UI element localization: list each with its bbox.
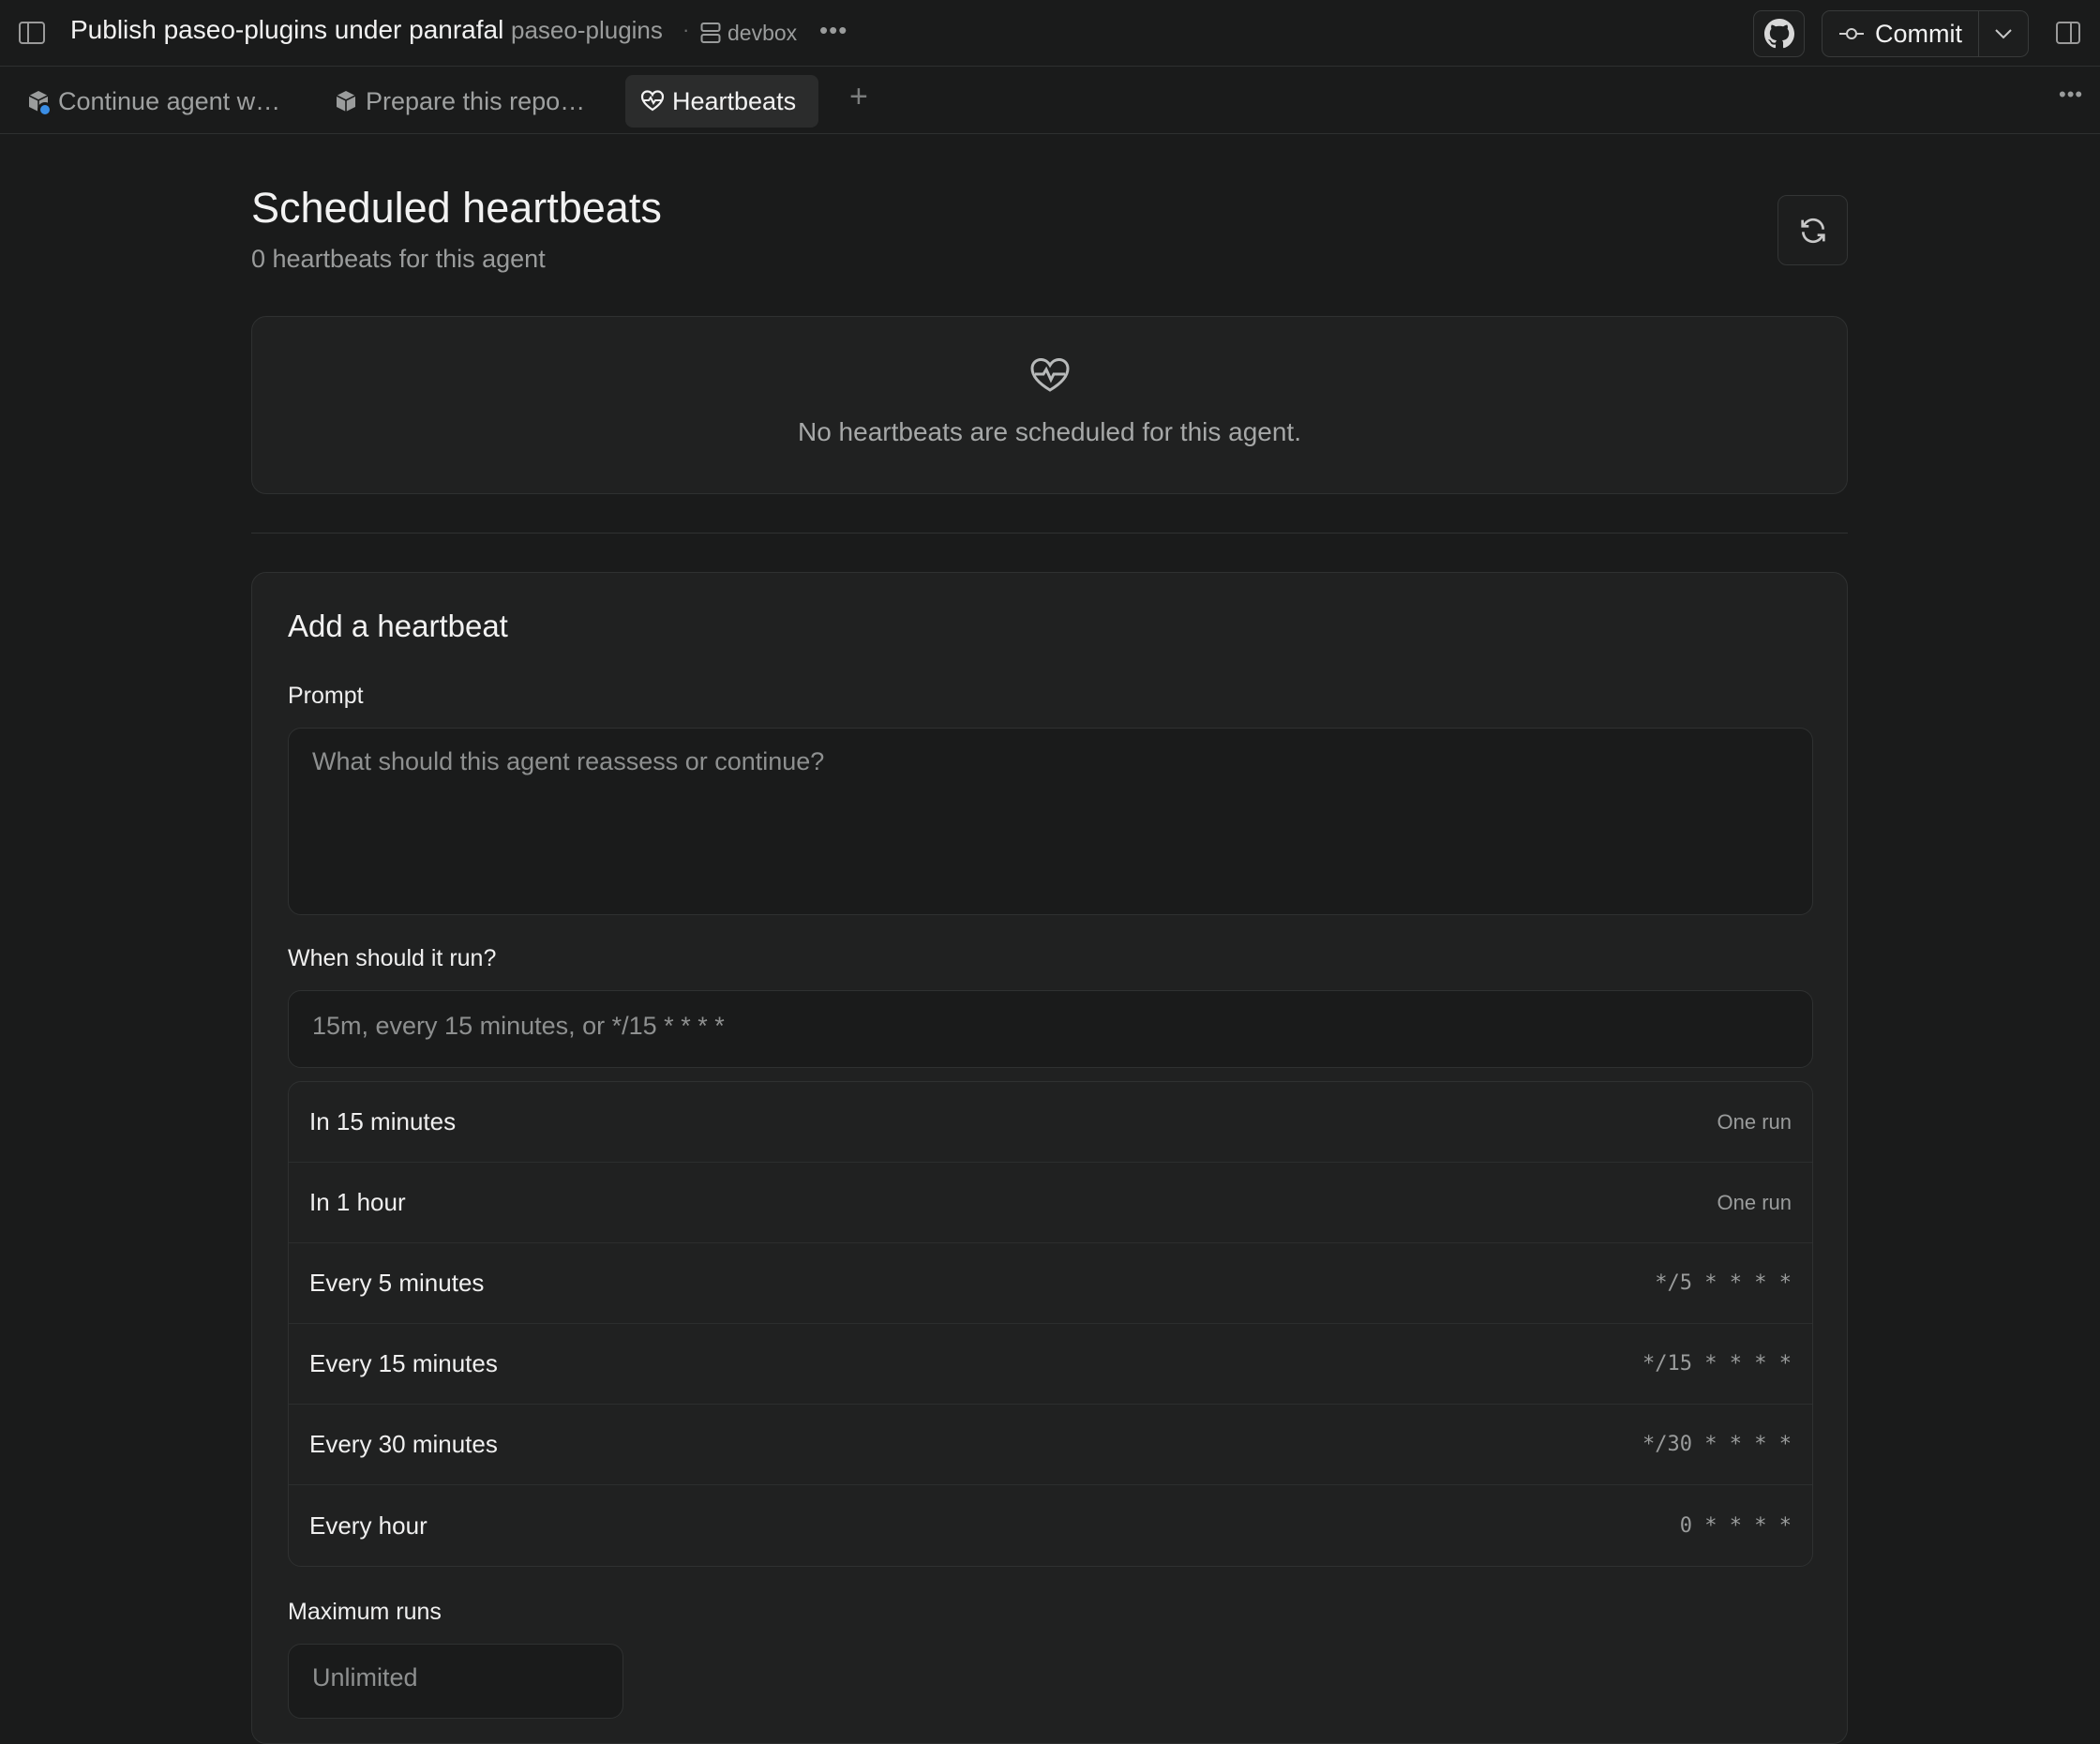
tab-label: Heartbeats bbox=[672, 86, 797, 115]
commit-label: Commit bbox=[1875, 19, 1962, 48]
prompt-textarea[interactable]: What should this agent reassess or conti… bbox=[288, 728, 1813, 915]
section-divider bbox=[251, 533, 1848, 534]
preset-label: Every 15 minutes bbox=[309, 1349, 498, 1377]
preset-hint: One run bbox=[1717, 1190, 1792, 1214]
form-title: Add a heartbeat bbox=[288, 609, 508, 643]
host-label[interactable]: devbox bbox=[728, 21, 797, 46]
server-icon bbox=[700, 23, 721, 43]
tab-bar: Continue agent w… Prepare this repo… Hea… bbox=[0, 68, 2100, 134]
commit-icon bbox=[1839, 27, 1864, 40]
preset-label: In 15 minutes bbox=[309, 1107, 457, 1135]
preset-in-1-hour[interactable]: In 1 hour One run bbox=[289, 1163, 1812, 1243]
sidebar-toggle-icon[interactable] bbox=[19, 22, 45, 44]
prompt-label: Prompt bbox=[288, 683, 364, 709]
preset-label: Every 5 minutes bbox=[309, 1269, 485, 1297]
heartbeat-count: 0 heartbeats for this agent bbox=[251, 245, 546, 273]
github-button[interactable] bbox=[1753, 10, 1805, 57]
chevron-down-icon bbox=[1995, 29, 2012, 39]
empty-state-text: No heartbeats are scheduled for this age… bbox=[797, 417, 1301, 446]
agent-title: Publish paseo-plugins under panrafal bbox=[70, 15, 504, 44]
preset-every-5-minutes[interactable]: Every 5 minutes */5 * * * * bbox=[289, 1243, 1812, 1324]
tab-more-icon[interactable]: ••• bbox=[2059, 83, 2083, 107]
separator: · bbox=[682, 18, 690, 41]
preset-cron: 0 * * * * bbox=[1679, 1513, 1792, 1538]
schedule-label: When should it run? bbox=[288, 945, 497, 971]
preset-cron: */5 * * * * bbox=[1655, 1271, 1792, 1295]
tab-continue-agent[interactable]: Continue agent w… bbox=[26, 75, 280, 128]
preset-every-hour[interactable]: Every hour 0 * * * * bbox=[289, 1485, 1812, 1566]
add-tab-button[interactable]: + bbox=[849, 79, 868, 115]
preset-label: Every 30 minutes bbox=[309, 1430, 498, 1458]
preset-in-15-minutes[interactable]: In 15 minutes One run bbox=[289, 1082, 1812, 1163]
max-runs-placeholder: Unlimited bbox=[312, 1663, 418, 1691]
preset-label: Every hour bbox=[309, 1511, 428, 1540]
page-title: Scheduled heartbeats bbox=[251, 184, 662, 232]
preset-cron: */30 * * * * bbox=[1642, 1433, 1792, 1456]
github-icon bbox=[1763, 19, 1794, 49]
more-options-icon[interactable]: ••• bbox=[819, 16, 848, 45]
cube-icon bbox=[26, 89, 52, 117]
add-heartbeat-form: Add a heartbeat Prompt What should this … bbox=[251, 572, 1848, 1744]
top-bar: Publish paseo-plugins under panrafal pas… bbox=[0, 0, 2100, 67]
tab-heartbeats[interactable]: Heartbeats bbox=[625, 75, 819, 128]
preset-every-15-minutes[interactable]: Every 15 minutes */15 * * * * bbox=[289, 1324, 1812, 1405]
refresh-button[interactable] bbox=[1778, 195, 1848, 265]
preset-label: In 1 hour bbox=[309, 1188, 406, 1216]
tab-label: Continue agent w… bbox=[58, 86, 281, 115]
heart-pulse-icon bbox=[1030, 357, 1070, 392]
commit-button[interactable]: Commit bbox=[1822, 11, 1979, 56]
max-runs-label: Maximum runs bbox=[288, 1599, 442, 1625]
schedule-input[interactable]: 15m, every 15 minutes, or */15 * * * * bbox=[288, 990, 1813, 1068]
refresh-icon bbox=[1800, 218, 1825, 243]
preset-every-30-minutes[interactable]: Every 30 minutes */30 * * * * bbox=[289, 1405, 1812, 1485]
repo-name[interactable]: paseo-plugins bbox=[511, 16, 663, 45]
empty-state-card: No heartbeats are scheduled for this age… bbox=[251, 316, 1848, 494]
heart-pulse-icon bbox=[640, 89, 665, 113]
schedule-presets-list: In 15 minutes One run In 1 hour One run … bbox=[288, 1081, 1813, 1567]
running-status-dot bbox=[38, 102, 52, 117]
max-runs-input[interactable]: Unlimited bbox=[288, 1644, 623, 1719]
prompt-placeholder: What should this agent reassess or conti… bbox=[312, 747, 825, 775]
right-panel-toggle-icon[interactable] bbox=[2056, 22, 2080, 44]
tab-label: Prepare this repo… bbox=[366, 86, 586, 115]
schedule-placeholder: 15m, every 15 minutes, or */15 * * * * bbox=[312, 1012, 725, 1040]
preset-hint: One run bbox=[1717, 1109, 1792, 1134]
preset-cron: */15 * * * * bbox=[1642, 1352, 1792, 1376]
cube-icon bbox=[334, 89, 358, 113]
tab-prepare-repo[interactable]: Prepare this repo… bbox=[334, 75, 585, 128]
commit-button-group: Commit bbox=[1822, 10, 2029, 57]
commit-dropdown-button[interactable] bbox=[1979, 28, 2028, 39]
